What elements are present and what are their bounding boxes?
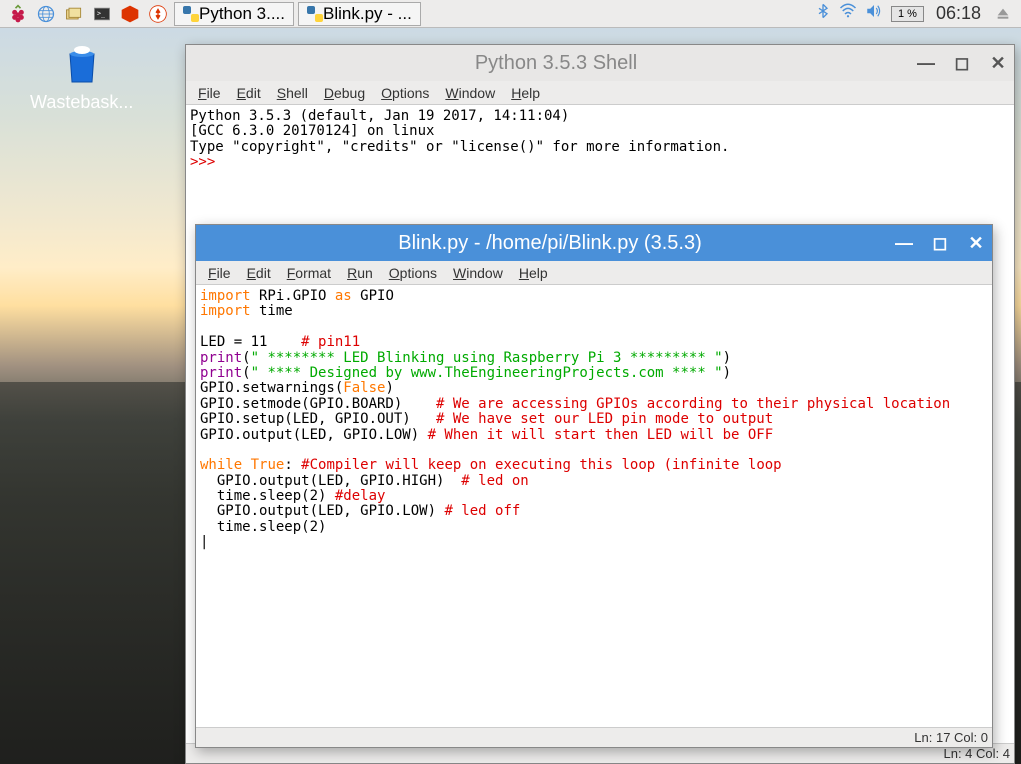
menu-format[interactable]: Format <box>279 263 339 283</box>
maximize-button[interactable]: ◻ <box>932 235 948 251</box>
menu-window[interactable]: Window <box>437 83 503 103</box>
close-button[interactable]: ✕ <box>968 235 984 251</box>
menu-file[interactable]: File <box>190 83 229 103</box>
taskbar-systray: 1 % 06:18 <box>811 2 1017 26</box>
raspberry-menu-icon[interactable] <box>6 2 30 26</box>
menu-debug[interactable]: Debug <box>316 83 373 103</box>
minimize-button[interactable]: — <box>896 235 912 251</box>
taskbar-app-label: Blink.py - ... <box>323 4 412 24</box>
editor-cursor-position: Ln: 17 Col: 0 <box>914 730 988 745</box>
editor-titlebar[interactable]: Blink.py - /home/pi/Blink.py (3.5.3) — ◻… <box>196 225 992 261</box>
mathematica-icon[interactable] <box>118 2 142 26</box>
shell-titlebar[interactable]: Python 3.5.3 Shell — ◻ ✕ <box>186 45 1014 81</box>
menu-options[interactable]: Options <box>381 263 445 283</box>
shell-window-title: Python 3.5.3 Shell <box>194 52 918 75</box>
menu-edit[interactable]: Edit <box>239 263 279 283</box>
menu-options[interactable]: Options <box>373 83 437 103</box>
wastebasket-label: Wastebask... <box>30 92 133 113</box>
menu-file[interactable]: File <box>200 263 239 283</box>
close-button[interactable]: ✕ <box>990 55 1006 71</box>
menu-window[interactable]: Window <box>445 263 511 283</box>
clock[interactable]: 06:18 <box>936 3 981 24</box>
svg-text:>_: >_ <box>97 9 105 17</box>
trash-icon <box>58 40 106 88</box>
file-manager-icon[interactable] <box>62 2 86 26</box>
taskbar-app-label: Python 3.... <box>199 4 285 24</box>
terminal-icon[interactable]: >_ <box>90 2 114 26</box>
web-browser-icon[interactable] <box>34 2 58 26</box>
shell-cursor-position: Ln: 4 Col: 4 <box>944 746 1011 761</box>
editor-menubar: File Edit Format Run Options Window Help <box>196 261 992 285</box>
minimize-button[interactable]: — <box>918 55 934 71</box>
menu-edit[interactable]: Edit <box>229 83 269 103</box>
battery-indicator[interactable]: 1 % <box>891 6 924 22</box>
editor-window-title: Blink.py - /home/pi/Blink.py (3.5.3) <box>204 232 896 255</box>
menu-help[interactable]: Help <box>503 83 548 103</box>
editor-window: Blink.py - /home/pi/Blink.py (3.5.3) — ◻… <box>195 224 993 748</box>
volume-icon[interactable] <box>865 2 883 25</box>
battery-percent: 1 % <box>898 8 917 20</box>
eject-icon[interactable] <box>991 2 1015 26</box>
editor-content[interactable]: import RPi.GPIO as GPIO import time LED … <box>196 285 992 727</box>
wifi-icon[interactable] <box>839 2 857 25</box>
wolfram-icon[interactable] <box>146 2 170 26</box>
maximize-button[interactable]: ◻ <box>954 55 970 71</box>
menu-shell[interactable]: Shell <box>269 83 316 103</box>
python-icon <box>307 6 323 22</box>
menu-run[interactable]: Run <box>339 263 381 283</box>
bluetooth-icon[interactable] <box>815 3 831 24</box>
menu-help[interactable]: Help <box>511 263 556 283</box>
taskbar-app-python-shell[interactable]: Python 3.... <box>174 2 294 26</box>
taskbar-app-blink-py[interactable]: Blink.py - ... <box>298 2 421 26</box>
wastebasket-desktop-icon[interactable]: Wastebask... <box>30 40 133 113</box>
editor-statusbar: Ln: 17 Col: 0 <box>196 727 992 747</box>
taskbar: >_ Python 3.... Blink.py - ... 1 % 06:18 <box>0 0 1021 28</box>
python-icon <box>183 6 199 22</box>
shell-menubar: File Edit Shell Debug Options Window Hel… <box>186 81 1014 105</box>
